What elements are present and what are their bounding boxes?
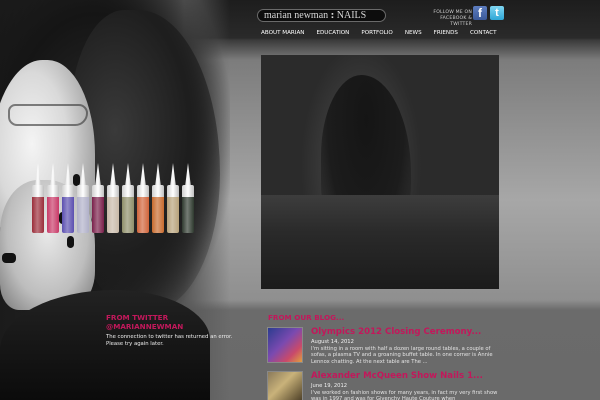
feature-photo-nail-polish [261, 55, 499, 289]
blog-post-title[interactable]: Alexander McQueen Show Nails 1... [311, 371, 483, 381]
nav-contact[interactable]: CONTACT [464, 27, 503, 39]
blog-post-excerpt: I'm sitting in a room with half a dozen … [311, 346, 493, 365]
nail-polish-bottle [62, 163, 74, 233]
logo-separator: : [330, 11, 335, 21]
counter-surface [261, 195, 499, 289]
blog-post: Alexander McQueen Show Nails 1... June 1… [267, 371, 597, 400]
blog-post-date: June 19, 2012 [311, 383, 348, 389]
nail-polish-bottle [122, 163, 134, 233]
nail-polish-bottle [107, 163, 119, 233]
nav-portfolio[interactable]: PORTFOLIO [355, 27, 398, 39]
main-nav: ABOUT MARIAN EDUCATION PORTFOLIO NEWS FR… [255, 27, 503, 39]
nail-polish-bottle [47, 163, 59, 233]
glasses-shape [8, 104, 88, 126]
nail-polish-bottle [137, 163, 149, 233]
nail-polish-bottle [32, 163, 44, 233]
nav-news[interactable]: NEWS [399, 27, 428, 39]
nav-education[interactable]: EDUCATION [310, 27, 355, 39]
nail-polish-bottles [32, 163, 194, 233]
follow-text: FOLLOW ME ON FACEBOOK & TWITTER [424, 10, 472, 28]
blog-post-thumbnail[interactable] [267, 327, 303, 363]
nail-shape [2, 253, 16, 263]
nail-polish-bottle [167, 163, 179, 233]
nail-polish-bottle [152, 163, 164, 233]
nail-polish-bottle [182, 163, 194, 233]
nav-friends[interactable]: FRIENDS [428, 27, 464, 39]
twitter-handle[interactable]: @MARIANNEWMAN [106, 322, 183, 331]
blog-heading: FROM OUR BLOG... [268, 313, 345, 322]
logo-name: marian newman [264, 10, 329, 21]
facebook-icon[interactable]: f [473, 6, 487, 20]
site-logo[interactable]: marian newman : NAILS [257, 9, 386, 22]
nav-about-marian[interactable]: ABOUT MARIAN [255, 27, 310, 39]
nail-polish-bottle [77, 163, 89, 233]
blog-post-excerpt: I've worked on fashion shows for many ye… [311, 390, 498, 400]
logo-nails: NAILS [336, 10, 367, 21]
blog-post-thumbnail[interactable] [267, 371, 303, 400]
blog-post-date: August 14, 2012 [311, 339, 354, 345]
twitter-heading: FROM TWITTER @MARIANNEWMAN [106, 313, 183, 331]
blog-post-title[interactable]: Olympics 2012 Closing Ceremony... [311, 327, 481, 337]
nail-shape [67, 236, 74, 248]
twitter-heading-line-1: FROM TWITTER [106, 313, 169, 322]
twitter-icon[interactable]: t [490, 6, 504, 20]
blog-post: Olympics 2012 Closing Ceremony... August… [267, 327, 597, 367]
twitter-error-message: The connection to twitter has returned a… [106, 334, 233, 347]
nail-polish-bottle [92, 163, 104, 233]
